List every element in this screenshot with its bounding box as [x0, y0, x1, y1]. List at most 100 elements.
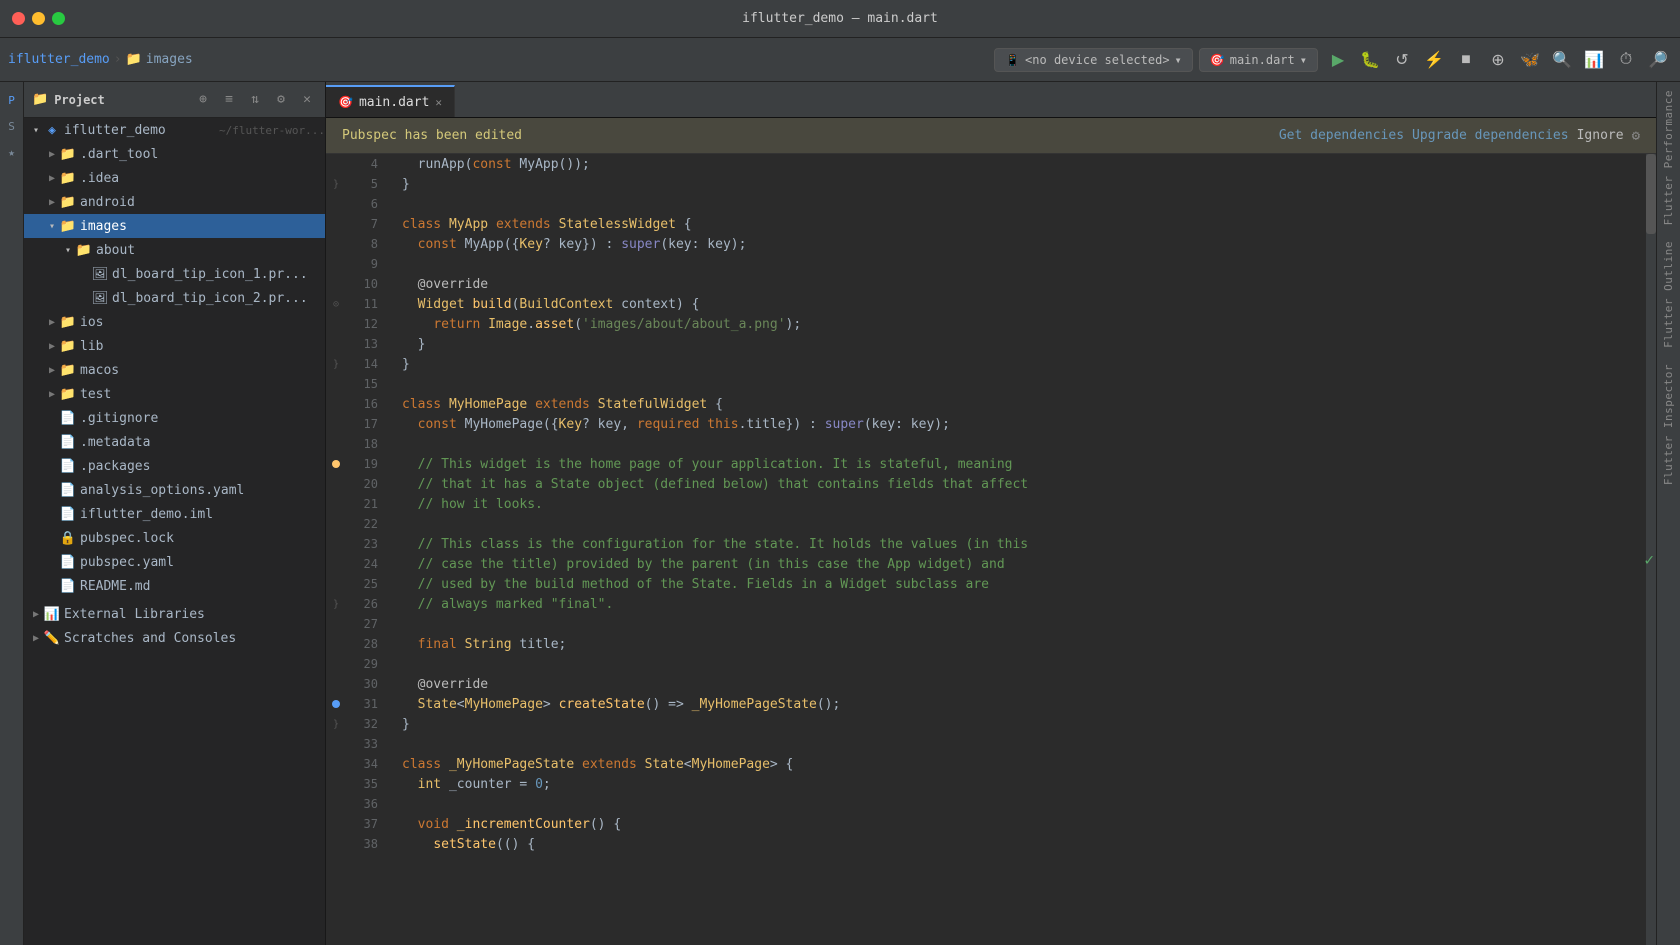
tree-item-dart-tool[interactable]: ▶ 📁 .dart_tool — [24, 142, 325, 166]
tree-item-about[interactable]: ▾ 📁 about — [24, 238, 325, 262]
profiler-button[interactable]: ⏱ — [1612, 46, 1640, 74]
tree-item-macos[interactable]: ▶ 📁 macos — [24, 358, 325, 382]
tree-item-test[interactable]: ▶ 📁 test — [24, 382, 325, 406]
tree-item-gitignore[interactable]: 📄 .gitignore — [24, 406, 325, 430]
linenum-21: 21 — [346, 494, 386, 514]
dl2-file-icon: 🖼 — [92, 290, 108, 306]
gutter-10 — [326, 274, 346, 294]
ignore-link[interactable]: Ignore — [1577, 128, 1624, 143]
close-panel-button[interactable]: ✕ — [297, 90, 317, 110]
gutter-27 — [326, 614, 346, 634]
get-dependencies-link[interactable]: Get dependencies — [1279, 128, 1404, 143]
search-everywhere-button[interactable]: 🔎 — [1644, 46, 1672, 74]
tree-item-pubspec-yaml[interactable]: 📄 pubspec.yaml — [24, 550, 325, 574]
editor-scrollbar[interactable]: ✓ — [1646, 154, 1656, 945]
code-line-33 — [394, 734, 1646, 754]
left-rail: P S ★ — [0, 82, 24, 945]
project-rail-icon[interactable]: P — [2, 90, 22, 110]
tab-main-dart[interactable]: 🎯 main.dart ✕ — [326, 85, 455, 117]
settings-button[interactable]: ⚙ — [271, 90, 291, 110]
scratches-label: Scratches and Consoles — [64, 631, 325, 646]
chevron-down-run-icon: ▾ — [1300, 53, 1307, 67]
debug-button[interactable]: 🐛 — [1356, 46, 1384, 74]
tree-item-iml[interactable]: 📄 iflutter_demo.iml — [24, 502, 325, 526]
device-selector[interactable]: 📱 <no device selected> ▾ — [994, 48, 1193, 72]
tree-item-images[interactable]: ▾ 📁 images — [24, 214, 325, 238]
no-errors-checkmark: ✓ — [1644, 550, 1654, 569]
minimize-button[interactable] — [32, 12, 45, 25]
code-line-22 — [394, 514, 1646, 534]
code-line-17: const MyHomePage({Key? key, required thi… — [394, 414, 1646, 434]
fold-icon-26[interactable]: } — [333, 599, 339, 610]
ext-lib-arrow: ▶ — [28, 606, 44, 622]
tree-item-external-libraries[interactable]: ▶ 📊 External Libraries — [24, 602, 325, 626]
tree-item-ios[interactable]: ▶ 📁 ios — [24, 310, 325, 334]
linenum-6: 6 — [346, 194, 386, 214]
breadcrumb-project[interactable]: iflutter_demo — [8, 52, 110, 67]
macos-folder-icon: 📁 — [60, 362, 76, 378]
flutter-performance-tab[interactable]: Flutter Performance — [1658, 82, 1679, 233]
gutter-19 — [326, 454, 346, 474]
breakpoint-dot-19[interactable] — [332, 460, 340, 468]
tree-item-readme[interactable]: 📄 README.md — [24, 574, 325, 598]
tree-item-metadata[interactable]: 📄 .metadata — [24, 430, 325, 454]
gutter-25 — [326, 574, 346, 594]
locate-file-button[interactable]: ⊕ — [193, 90, 213, 110]
flutter-button[interactable]: 🦋 — [1516, 46, 1544, 74]
tree-item-scratches[interactable]: ▶ ✏️ Scratches and Consoles — [24, 626, 325, 650]
dart-tab-icon: 🎯 — [338, 95, 353, 109]
code-line-34: class _MyHomePageState extends State<MyH… — [394, 754, 1646, 774]
coverage-button[interactable]: 📊 — [1580, 46, 1608, 74]
linenum-35: 35 — [346, 774, 386, 794]
tree-item-dl2[interactable]: 🖼 dl_board_tip_icon_2.pr... — [24, 286, 325, 310]
fold-icon-11[interactable]: ⊙ — [333, 299, 339, 310]
tree-item-packages[interactable]: 📄 .packages — [24, 454, 325, 478]
gutter-23 — [326, 534, 346, 554]
restart-button[interactable]: ↺ — [1388, 46, 1416, 74]
linenum-8: 8 — [346, 234, 386, 254]
inspect-button[interactable]: 🔍 — [1548, 46, 1576, 74]
maximize-button[interactable] — [52, 12, 65, 25]
tab-close-button[interactable]: ✕ — [435, 96, 442, 109]
pubspec-settings-icon[interactable]: ⚙ — [1632, 128, 1640, 144]
fold-icon-32[interactable]: } — [333, 719, 339, 730]
device-label: <no device selected> — [1025, 53, 1170, 67]
flutter-inspector-tab[interactable]: Flutter Inspector — [1658, 356, 1679, 493]
upgrade-dependencies-link[interactable]: Upgrade dependencies — [1412, 128, 1569, 143]
tree-item-dl1[interactable]: 🖼 dl_board_tip_icon_1.pr... — [24, 262, 325, 286]
scratches-arrow: ▶ — [28, 630, 44, 646]
code-content[interactable]: runApp(const MyApp()); } class MyApp ext… — [394, 154, 1646, 945]
gutter-11: ⊙ — [326, 294, 346, 314]
favorites-rail-icon[interactable]: ★ — [2, 142, 22, 162]
tree-item-idea[interactable]: ▶ 📁 .idea — [24, 166, 325, 190]
attach-button[interactable]: ⊕ — [1484, 46, 1512, 74]
run-config-group: 🎯 main.dart ▾ — [1199, 48, 1318, 72]
images-label: images — [80, 219, 325, 234]
linenum-31: 31 — [346, 694, 386, 714]
tree-item-pubspec-lock[interactable]: 🔒 pubspec.lock — [24, 526, 325, 550]
run-config-selector[interactable]: 🎯 main.dart ▾ — [1199, 48, 1318, 72]
readme-arrow — [44, 578, 60, 594]
collapse-all-button[interactable]: ≡ — [219, 90, 239, 110]
flutter-outline-tab[interactable]: Flutter Outline — [1658, 233, 1679, 356]
code-line-25: // used by the build method of the State… — [394, 574, 1646, 594]
linenum-22: 22 — [346, 514, 386, 534]
fold-icon-5[interactable]: } — [333, 179, 339, 190]
scrollbar-thumb[interactable] — [1646, 154, 1656, 234]
window-controls[interactable] — [12, 12, 65, 25]
tree-item-android[interactable]: ▶ 📁 android — [24, 190, 325, 214]
breadcrumb: iflutter_demo › 📁 images — [8, 52, 193, 67]
stop-button[interactable]: ■ — [1452, 46, 1480, 74]
run-button[interactable]: ▶ — [1324, 46, 1352, 74]
analysis-icon: 📄 — [60, 482, 76, 498]
fold-icon-14[interactable]: } — [333, 359, 339, 370]
close-button[interactable] — [12, 12, 25, 25]
structure-rail-icon[interactable]: S — [2, 116, 22, 136]
test-arrow: ▶ — [44, 386, 60, 402]
tree-item-root[interactable]: ▾ ◈ iflutter_demo ~/flutter-wor... — [24, 118, 325, 142]
tree-item-analysis[interactable]: 📄 analysis_options.yaml — [24, 478, 325, 502]
hot-reload-button[interactable]: ⚡ — [1420, 46, 1448, 74]
sort-button[interactable]: ⇅ — [245, 90, 265, 110]
code-editor[interactable]: } ⊙ } — [326, 154, 1656, 945]
tree-item-lib[interactable]: ▶ 📁 lib — [24, 334, 325, 358]
